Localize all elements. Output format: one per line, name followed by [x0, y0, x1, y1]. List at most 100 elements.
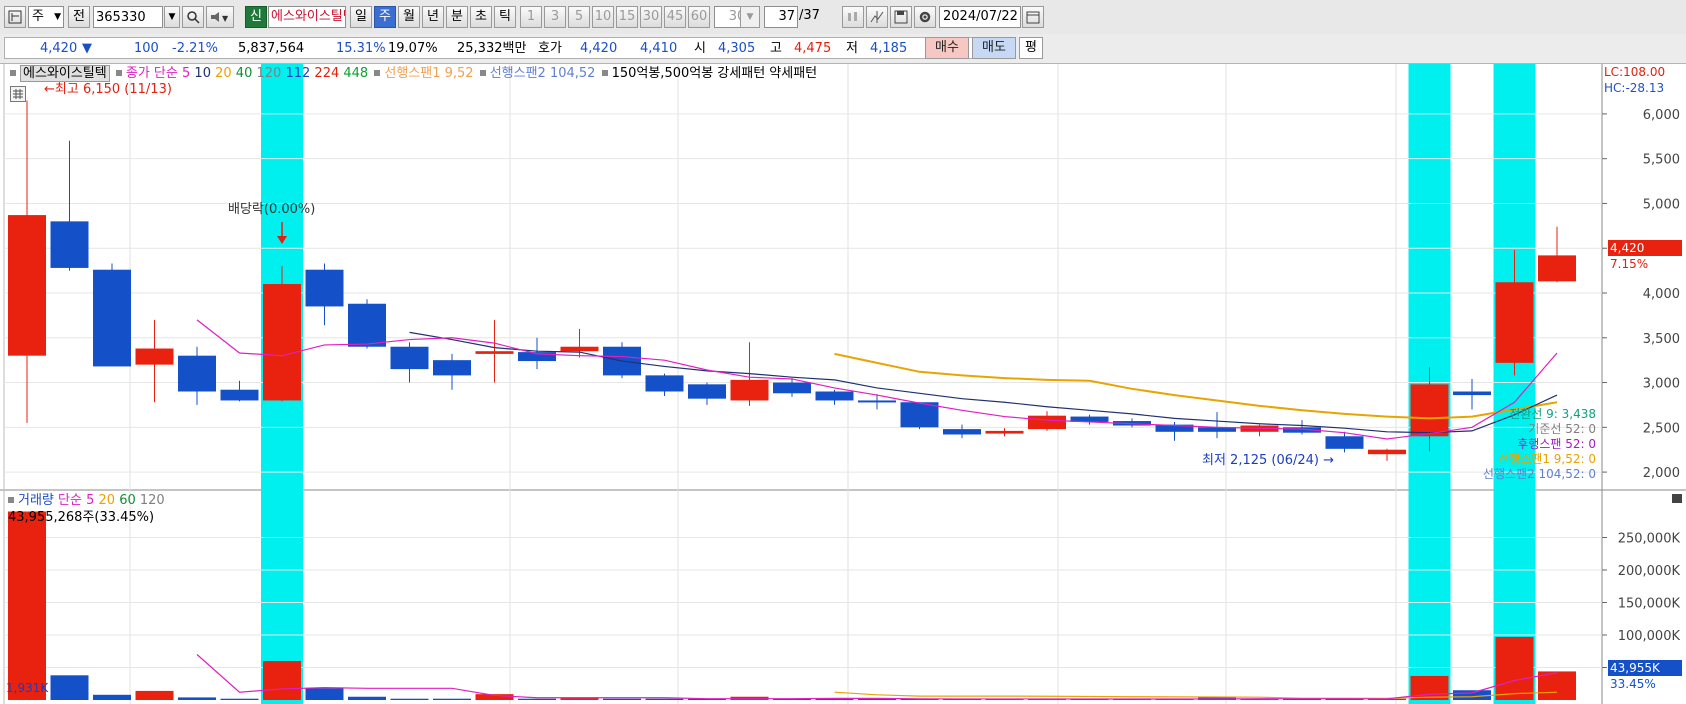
- legend-ma112: 112: [285, 66, 311, 81]
- period-day[interactable]: 일: [350, 6, 372, 28]
- volume-value: 5,837,564: [238, 41, 305, 56]
- legend-stock-name[interactable]: 에스와이스틸텍: [20, 65, 110, 82]
- legend-ma20: 20: [215, 66, 232, 81]
- price-tick-label: 5,500: [1643, 153, 1680, 168]
- interval-30[interactable]: 30: [640, 6, 662, 28]
- ichimoku-lagging: 후행스팬 52: 0: [1517, 437, 1596, 451]
- legend-marker: [374, 70, 381, 76]
- table-icon[interactable]: [10, 86, 26, 102]
- volume-bar: [135, 690, 174, 700]
- price-tick-label: 2,000: [1643, 466, 1680, 481]
- legend-vol-ma20: 20: [98, 493, 116, 508]
- stock-code-input[interactable]: [93, 6, 163, 28]
- high-label: 고: [770, 41, 782, 56]
- candle-body: [93, 269, 131, 367]
- period-second[interactable]: 초: [470, 6, 492, 28]
- chart-type-icon[interactable]: [4, 6, 26, 28]
- legend-ma120: 120: [256, 66, 282, 81]
- period-year[interactable]: 년: [422, 6, 444, 28]
- speaker-icon[interactable]: ▼: [206, 6, 234, 28]
- calendar-icon[interactable]: [1022, 6, 1044, 28]
- period-week[interactable]: 주: [374, 6, 396, 28]
- interval-dropdown-icon[interactable]: ▼: [740, 6, 760, 28]
- type-select-label: 주: [32, 9, 44, 24]
- period-tick[interactable]: 틱: [494, 6, 516, 28]
- legend-ma-label: 종가 단순: [125, 66, 178, 81]
- new-listing-badge: 신: [245, 6, 267, 28]
- current-price: 4,420: [40, 41, 78, 56]
- sell-button[interactable]: 매도: [972, 37, 1016, 59]
- date-input[interactable]: 2024/07/22: [939, 6, 1021, 28]
- svg-text:▼: ▼: [222, 14, 229, 23]
- legend-ma5: 5: [182, 66, 191, 81]
- volume-bar: [645, 698, 684, 700]
- volume-tick-label: 100,000K: [1618, 629, 1681, 644]
- candle-body: [1028, 415, 1066, 430]
- toolbar: 주▼ 전 ▼ ▼ 신 에스와이스틸텍 일 주 월 년 분 초 틱 1 3 5 1…: [0, 0, 1686, 35]
- chevron-down-icon: ▼: [54, 12, 61, 22]
- legend-marker: [10, 70, 16, 76]
- arrow-right-icon: →: [1319, 453, 1335, 468]
- candle-body: [8, 215, 46, 356]
- interval-45[interactable]: 45: [664, 6, 686, 28]
- volume-bar: [858, 699, 896, 701]
- volume-bar: [1410, 675, 1449, 700]
- stock-chart[interactable]: 6,0005,5005,0004,5004,0003,5003,0002,500…: [0, 64, 1686, 704]
- candle-body: [943, 429, 981, 435]
- legend-marker: [479, 70, 486, 76]
- legend-span2: 선행스팬2 104,52: [489, 66, 596, 81]
- legend-span1: 선행스팬1 9,52: [384, 66, 474, 81]
- eval-button[interactable]: 평: [1019, 37, 1043, 59]
- lc-label: LC:108.00: [1604, 65, 1666, 79]
- interval-15[interactable]: 15: [616, 6, 638, 28]
- candle-body: [815, 391, 854, 401]
- candle-body: [858, 400, 896, 403]
- legend-vol-ma120: 120: [139, 493, 165, 508]
- interval-1[interactable]: 1: [520, 6, 542, 28]
- legend-volume-label: 거래량: [18, 493, 54, 508]
- search-icon[interactable]: [182, 6, 204, 28]
- volume-bar: [178, 697, 216, 700]
- price-change: 100: [134, 41, 159, 56]
- high-annotation-text: 최고 6,150 (11/13): [54, 82, 172, 97]
- price-tick-label: 4,000: [1643, 287, 1680, 302]
- gear-icon[interactable]: [914, 6, 936, 28]
- candle-body: [263, 284, 301, 401]
- candle-body: [305, 269, 344, 307]
- candle-body: [178, 355, 216, 392]
- code-dropdown-icon[interactable]: ▼: [164, 6, 180, 28]
- crosshair-icon[interactable]: [866, 6, 888, 28]
- candle-body: [50, 221, 89, 268]
- volume-min-label: 1,931K: [6, 681, 49, 695]
- ichimoku-conversion: 전환선 9: 3,438: [1509, 407, 1596, 421]
- price-legend: 에스와이스틸텍 종가 단순 5 10 20 40 120 112 224 448…: [8, 65, 818, 82]
- trade-amount: 25,332백만: [457, 41, 527, 56]
- dividend-annotation: 배당락(0.00%): [228, 202, 316, 217]
- volume-bar: [220, 698, 259, 700]
- candle-toggle-icon[interactable]: [842, 6, 864, 28]
- ratio-pct: 19.07%: [388, 41, 438, 56]
- price-tick-label: 3,500: [1643, 332, 1680, 347]
- candle-body: [1325, 436, 1364, 449]
- interval-60[interactable]: 60: [688, 6, 710, 28]
- interval-3[interactable]: 3: [544, 6, 566, 28]
- type-select[interactable]: 주 ▼: [28, 6, 64, 28]
- market-button[interactable]: 전: [68, 6, 90, 28]
- volume-bar: [815, 699, 854, 701]
- candle-body: [1538, 255, 1576, 282]
- ichimoku-base: 기준선 52: 0: [1528, 422, 1596, 436]
- period-minute[interactable]: 분: [446, 6, 468, 28]
- interval-5[interactable]: 5: [568, 6, 590, 28]
- save-icon[interactable]: [890, 6, 912, 28]
- turnover-pct: 15.31%: [336, 41, 386, 56]
- legend-patterns: 150억봉,500억봉 강세패턴 약세패턴: [611, 66, 818, 81]
- ichimoku-span1: 선행스팬1 9,52: 0: [1498, 452, 1596, 466]
- count-total: /37: [799, 8, 820, 23]
- candle-body: [1410, 384, 1449, 437]
- buy-button[interactable]: 매수: [925, 37, 969, 59]
- low-label: 저: [846, 41, 858, 56]
- legend-ma10: 10: [194, 66, 211, 81]
- count-input[interactable]: 37: [764, 6, 798, 28]
- period-month[interactable]: 월: [398, 6, 420, 28]
- interval-10[interactable]: 10: [592, 6, 614, 28]
